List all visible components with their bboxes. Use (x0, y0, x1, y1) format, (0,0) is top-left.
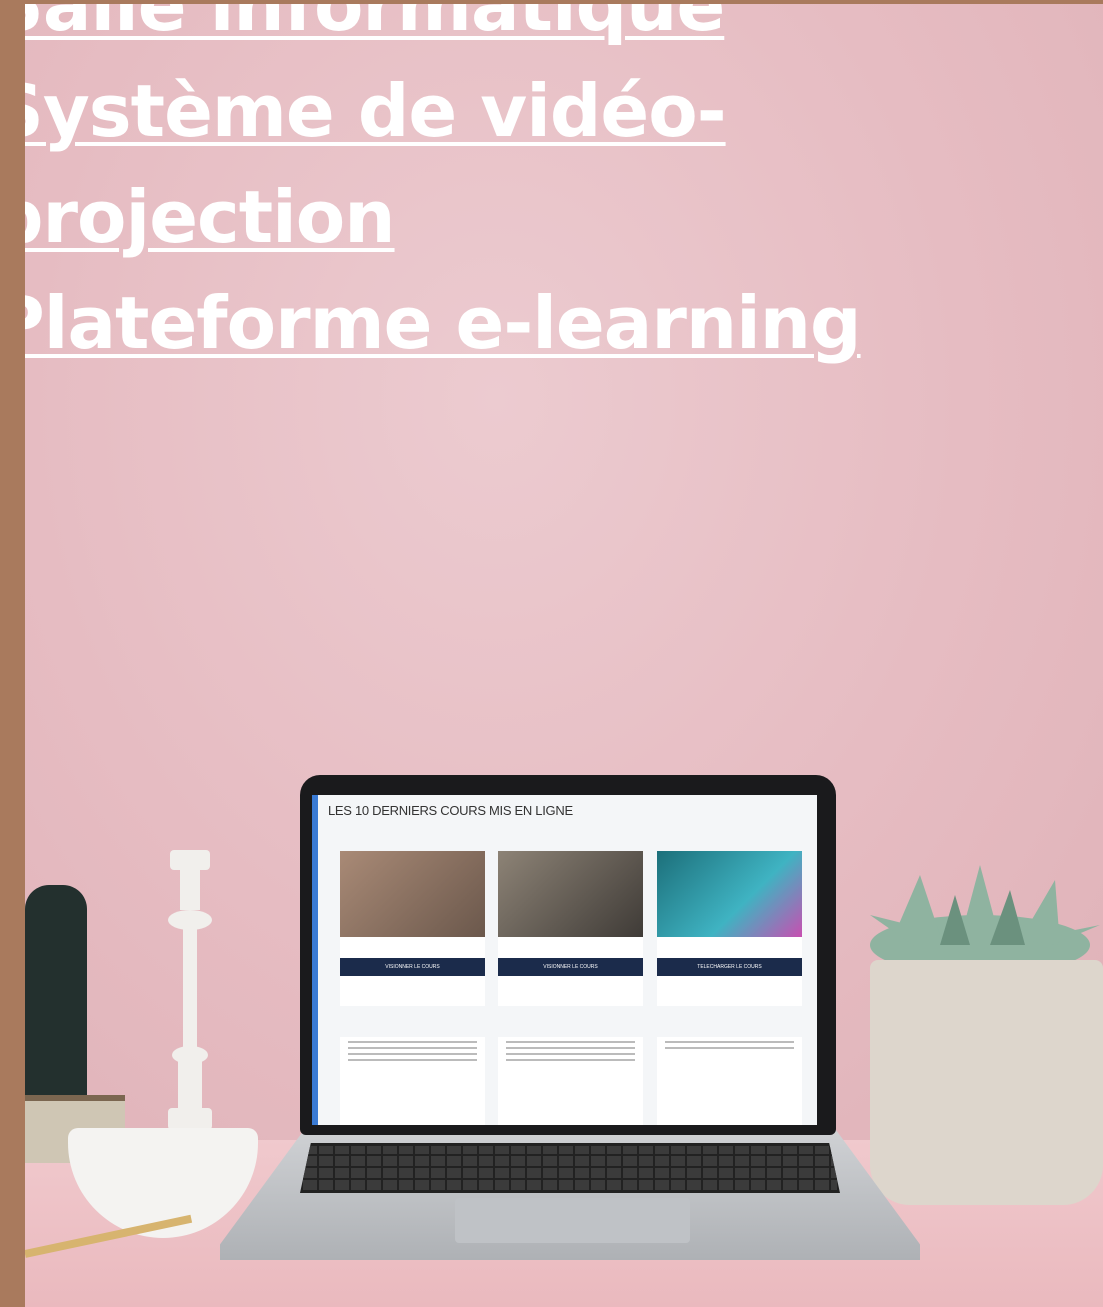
laptop-screen: LES 10 DERNIERS COURS MIS EN LIGNE VISIO… (312, 795, 817, 1125)
link-plateforme-elearning[interactable]: Plateforme e-learning (0, 270, 992, 376)
heading-links: Salle informatique Système de vidéo- pro… (0, 0, 992, 376)
screen-title: LES 10 DERNIERS COURS MIS EN LIGNE (328, 803, 573, 818)
screen-accent-bar (312, 795, 318, 1125)
link-systeme-video-2[interactable]: projection (0, 164, 992, 270)
dark-vase-image (25, 885, 87, 1120)
left-accent-bar (0, 0, 25, 1307)
course-thumbnail (340, 851, 485, 937)
candlestick-image (168, 850, 212, 1130)
link-systeme-video-1[interactable]: Système de vidéo- (0, 58, 992, 164)
top-accent-bar (25, 0, 1103, 4)
watch-course-button[interactable]: VISIONNER LE COURS (498, 958, 643, 976)
laptop-trackpad-image (455, 1198, 690, 1243)
course-description (498, 937, 643, 951)
course-card: VISIONNER LE COURS (498, 851, 643, 1006)
stone-pot-image (870, 960, 1103, 1205)
download-course-button[interactable]: TELECHARGER LE COURS (657, 958, 802, 976)
document-preview (340, 1037, 485, 1125)
link-salle-informatique[interactable]: Salle informatique (0, 0, 992, 58)
course-description (340, 937, 485, 951)
course-description (657, 937, 802, 951)
course-card: TELECHARGER LE COURS (657, 851, 802, 1006)
watch-course-button[interactable]: VISIONNER LE COURS (340, 958, 485, 976)
course-thumbnail (498, 851, 643, 937)
document-preview (657, 1037, 802, 1125)
course-thumbnail (657, 851, 802, 937)
course-card: VISIONNER LE COURS (340, 851, 485, 1006)
laptop-keyboard-image (300, 1143, 840, 1193)
document-preview (498, 1037, 643, 1125)
